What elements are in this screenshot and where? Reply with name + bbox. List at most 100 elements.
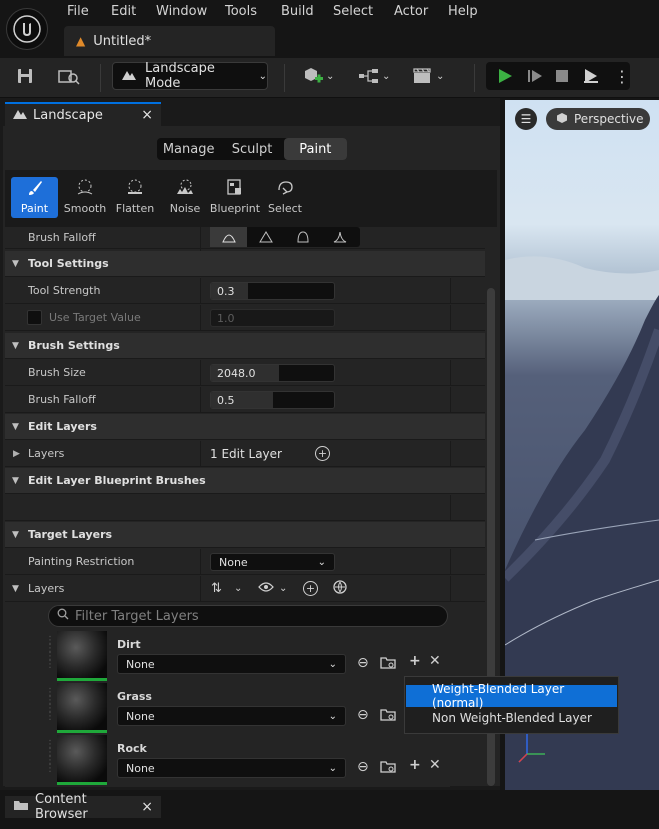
perspective-cube-icon [556,112,568,127]
landscape-panel-tab[interactable]: Landscape × [5,102,161,126]
eject-icon[interactable] [582,64,600,88]
tab-sculpt[interactable]: Sculpt [220,138,283,160]
layer-usage-icon[interactable] [332,579,348,599]
brush-size-input[interactable]: 2048.0 [210,364,335,382]
chevron-down-icon[interactable]: ⌄ [234,583,242,594]
target-layers-section[interactable]: ▼ Target Layers [5,522,485,548]
menu-build[interactable]: Build [281,4,314,19]
create-layer-icon[interactable]: + [409,757,421,773]
menu-help[interactable]: Help [448,4,478,19]
use-target-value-checkbox[interactable] [27,310,42,325]
paint-tool-button[interactable]: Paint [11,177,58,218]
save-icon[interactable] [16,64,34,88]
edit-layers-section[interactable]: ▼ Edit Layers [5,414,485,440]
drag-handle-icon[interactable]: ⋮ ⋮ ⋮ ⋮ [45,688,55,722]
expand-arrow-icon: ▼ [12,340,19,351]
target-layer-dirt[interactable]: ⋮ ⋮ ⋮ ⋮ Dirt None ⌄ ⊖ + ✕ [5,631,450,683]
tab-paint[interactable]: Paint [283,138,347,160]
row-divider [450,278,451,304]
filter-target-layers-input[interactable]: Filter Target Layers [48,605,448,627]
browse-icon[interactable] [58,64,80,88]
more-options-icon[interactable]: ⋮ [614,64,630,88]
use-selected-asset-icon[interactable]: ⊖ [357,759,369,775]
target-layer-grass[interactable]: ⋮ ⋮ ⋮ ⋮ Grass None ⌄ ⊖ [5,683,450,735]
select-tool-button[interactable]: Select [261,176,309,218]
landscape-mode-dropdown[interactable]: Landscape Mode ⌄ [112,61,268,91]
use-selected-asset-icon[interactable]: ⊖ [357,707,369,723]
add-edit-layer-icon[interactable]: + [315,446,330,461]
flatten-tool-button[interactable]: Flatten [111,176,159,218]
edit-layers-layers-row[interactable]: ▶ Layers 1 Edit Layer + [5,441,485,467]
menu-edit[interactable]: Edit [111,4,136,19]
target-layer-rock[interactable]: ⋮ ⋮ ⋮ ⋮ Rock None ⌄ ⊖ + ✕ [5,735,450,787]
noise-tool-button[interactable]: Noise [161,176,209,218]
add-actor-icon[interactable]: ⌄ [302,64,334,88]
collapse-arrow-icon[interactable]: ▶ [13,449,20,459]
document-tab[interactable]: ▲ Untitled* [64,26,275,56]
drag-handle-icon[interactable]: ⋮ ⋮ ⋮ ⋮ [45,636,55,670]
step-forward-icon[interactable] [526,64,544,88]
falloff-linear-icon[interactable] [247,227,284,247]
layer-info-dropdown[interactable]: None ⌄ [117,758,346,778]
menu-select[interactable]: Select [333,4,373,19]
row-divider [450,387,451,413]
painting-restriction-dropdown[interactable]: None ⌄ [210,553,335,571]
content-browser-icon [13,799,29,815]
create-layer-icon[interactable]: + [409,653,421,669]
close-icon[interactable]: × [141,799,153,815]
brush-falloff-input[interactable]: 0.5 [210,391,335,409]
chevron-down-icon: ⌄ [382,70,391,82]
visibility-eye-icon[interactable] [258,581,274,596]
target-layers-toolbar-row: ▼ Layers ⇅ ⌄ ⌄ + [5,576,485,602]
layer-thumbnail [57,683,107,733]
drag-handle-icon[interactable]: ⋮ ⋮ ⋮ ⋮ [45,740,55,774]
menu-item-weight-blended-layer[interactable]: Weight-Blended Layer (normal) [406,682,617,710]
target-layers-title: Target Layers [28,528,113,541]
add-target-layer-icon[interactable]: + [303,581,318,596]
layer-info-dropdown[interactable]: None ⌄ [117,654,346,674]
browse-asset-icon[interactable] [380,707,396,725]
target-value-input[interactable]: 1.0 [210,309,335,327]
expand-arrow-icon[interactable]: ▼ [12,584,19,594]
blueprint-graph-icon[interactable]: ⌄ [358,64,390,88]
unreal-logo-icon[interactable] [6,8,48,50]
toolbar-separator [474,64,475,92]
stop-icon[interactable] [554,64,570,88]
tool-strength-value: 0.3 [217,284,235,298]
menu-file[interactable]: File [67,4,89,19]
play-icon[interactable] [496,64,514,88]
delete-layer-icon[interactable]: ✕ [429,757,441,773]
falloff-smooth-icon[interactable] [210,227,247,247]
delete-layer-icon[interactable]: ✕ [429,653,441,669]
use-selected-asset-icon[interactable]: ⊖ [357,655,369,671]
layer-info-value: None [126,761,155,775]
viewport-menu-icon[interactable]: ☰ [515,108,537,130]
menu-item-non-weight-blended-layer[interactable]: Non Weight-Blended Layer [406,707,617,729]
blueprint-tool-button[interactable]: Blueprint [210,176,260,218]
tab-manage[interactable]: Manage [157,138,220,160]
toolbar-separator [284,64,285,92]
cinematics-icon[interactable]: ⌄ [412,64,444,88]
sort-icon[interactable]: ⇅ [211,581,222,596]
target-layers-label: Layers [28,582,65,595]
edit-layer-blueprint-brushes-title: Edit Layer Blueprint Brushes [28,474,206,487]
viewport-perspective-button[interactable]: Perspective [546,108,650,130]
chevron-down-icon[interactable]: ⌄ [279,583,287,594]
browse-asset-icon[interactable] [380,655,396,673]
smooth-tool-button[interactable]: Smooth [61,176,109,218]
falloff-spherical-icon[interactable] [284,227,321,247]
tool-strength-input[interactable]: 0.3 [210,282,335,300]
tool-settings-section[interactable]: ▼ Tool Settings [5,251,485,277]
menu-tools[interactable]: Tools [225,4,257,19]
falloff-tip-icon[interactable] [321,227,358,247]
menu-window[interactable]: Window [156,4,207,19]
edit-layer-blueprint-brushes-section[interactable]: ▼ Edit Layer Blueprint Brushes [5,468,485,494]
filter-placeholder: Filter Target Layers [75,608,199,624]
flatten-tool-label: Flatten [115,202,155,215]
layer-info-dropdown[interactable]: None ⌄ [117,706,346,726]
close-icon[interactable]: × [141,107,153,123]
menu-actor[interactable]: Actor [394,4,428,19]
brush-settings-section[interactable]: ▼ Brush Settings [5,333,485,359]
content-browser-tab[interactable]: Content Browser × [5,792,161,822]
browse-asset-icon[interactable] [380,759,396,777]
